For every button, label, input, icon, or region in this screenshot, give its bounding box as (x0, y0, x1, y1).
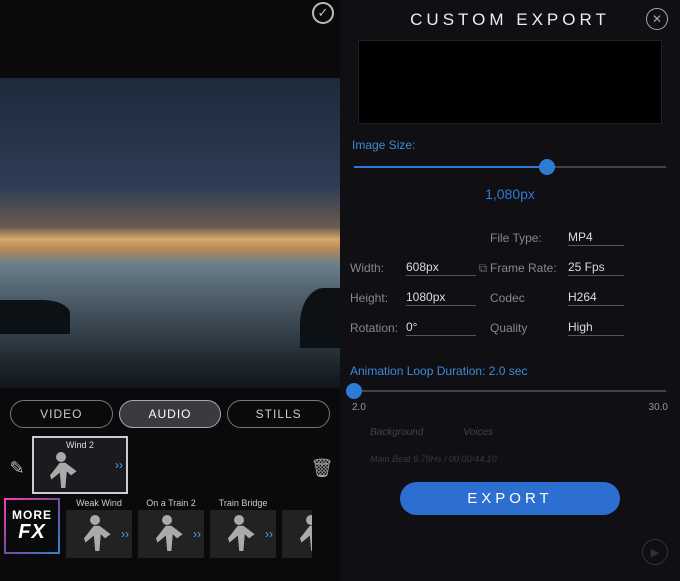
selected-clip-label: Wind 2 (34, 440, 126, 450)
image-size-label: Image Size: (352, 138, 668, 152)
loop-value: 2.0 sec (489, 364, 528, 378)
loop-max: 30.0 (649, 402, 668, 413)
image-size-slider[interactable] (354, 158, 666, 176)
media-preview[interactable] (0, 78, 340, 388)
image-size-value: 1,080px (350, 186, 670, 202)
clip-thumb[interactable] (282, 498, 312, 558)
clip-thumb[interactable]: Train Bridge ›› (210, 498, 276, 558)
clip-thumb[interactable]: Weak Wind ›› (66, 498, 132, 558)
sound-icon: ›› (121, 527, 129, 541)
loop-label: Animation Loop Duration: (350, 364, 485, 378)
ghost-background: Background (370, 427, 423, 438)
codec-label: Codec (490, 291, 568, 305)
filetype-value[interactable]: MP4 (568, 230, 624, 246)
export-title: CUSTOM EXPORT (410, 10, 610, 30)
sound-icon: ›› (115, 458, 123, 472)
width-label: Width: (350, 261, 406, 275)
loop-min: 2.0 (352, 402, 366, 413)
more-fx-bottom: FX (18, 522, 46, 543)
delete-icon[interactable]: 🗑 (310, 436, 334, 479)
filetype-label: File Type: (490, 231, 568, 245)
width-value[interactable]: 608px (406, 260, 476, 276)
tab-stills[interactable]: STILLS (227, 400, 330, 428)
framerate-label: Frame Rate: (490, 261, 568, 275)
quality-label: Quality (490, 321, 568, 335)
export-preview (358, 40, 662, 124)
edit-icon[interactable]: ✎ (6, 436, 28, 479)
sound-icon: ›› (193, 527, 201, 541)
clip-label: Weak Wind (66, 498, 132, 510)
mode-tabs: VIDEO AUDIO STILLS (0, 388, 340, 434)
framerate-value[interactable]: 25 Fps (568, 260, 624, 276)
codec-value[interactable]: H264 (568, 290, 624, 306)
export-pane: CUSTOM EXPORT ✕ Image Size: 1,080px File… (340, 0, 680, 581)
clip-label: On a Train 2 (138, 498, 204, 510)
more-fx-button[interactable]: MORE FX (4, 498, 60, 554)
clip-thumb[interactable]: On a Train 2 ›› (138, 498, 204, 558)
height-label: Height: (350, 291, 406, 305)
sound-icon: ›› (265, 527, 273, 541)
ghost-voices: Voices (463, 427, 493, 438)
confirm-icon[interactable]: ✓ (312, 2, 334, 24)
rotation-label: Rotation: (350, 321, 406, 335)
play-icon[interactable]: ▶ (642, 539, 668, 565)
ghost-beat: Main Beat 9.79Hs / 00:00/44.10 (350, 454, 670, 464)
editor-pane: ✓ VIDEO AUDIO STILLS ✎ Wind 2 ›› 🗑 MORE … (0, 0, 340, 581)
quality-value[interactable]: High (568, 320, 624, 336)
more-fx-top: MORE (12, 509, 52, 522)
loop-slider[interactable] (354, 382, 666, 400)
height-value[interactable]: 1080px (406, 290, 476, 306)
export-button[interactable]: EXPORT (400, 482, 620, 515)
link-icon[interactable]: ⧉ (476, 261, 490, 276)
tab-video[interactable]: VIDEO (10, 400, 113, 428)
rotation-value[interactable]: 0° (406, 320, 476, 336)
selected-clip[interactable]: Wind 2 ›› (32, 436, 128, 494)
clip-label: Train Bridge (210, 498, 276, 510)
tab-audio[interactable]: AUDIO (119, 400, 222, 428)
close-icon[interactable]: ✕ (646, 8, 668, 30)
